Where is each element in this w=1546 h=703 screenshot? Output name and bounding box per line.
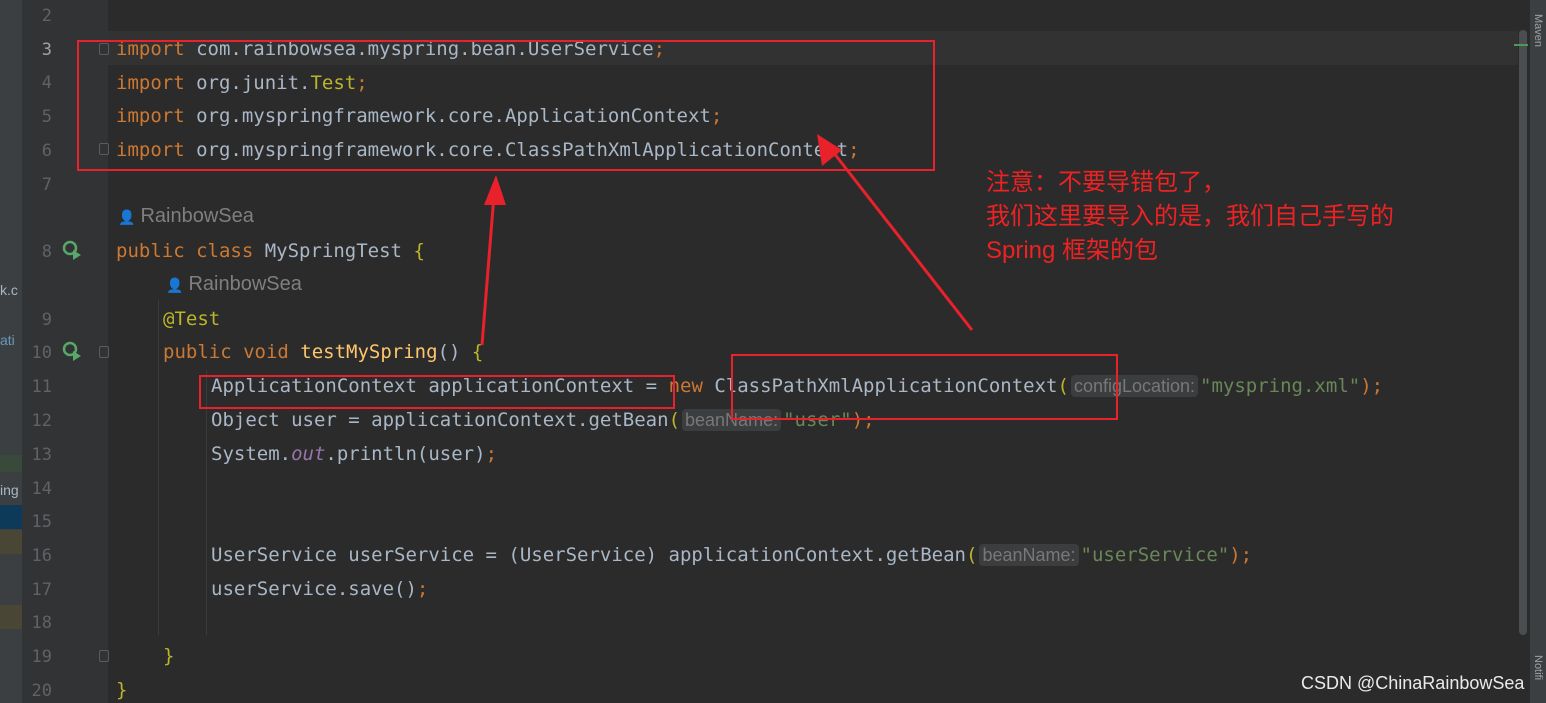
arrow-head [484, 175, 506, 205]
arrow-head [817, 134, 842, 166]
annotation-note: 注意：不要导错包了， 我们这里要导入的是，我们自己手写的 Spring 框架的包 [986, 169, 1394, 264]
arrow-line [828, 147, 974, 331]
watermark: CSDN @ChinaRainbowSea [1301, 673, 1525, 693]
arrow-line [480, 194, 496, 346]
annotation-arrows [480, 134, 974, 346]
